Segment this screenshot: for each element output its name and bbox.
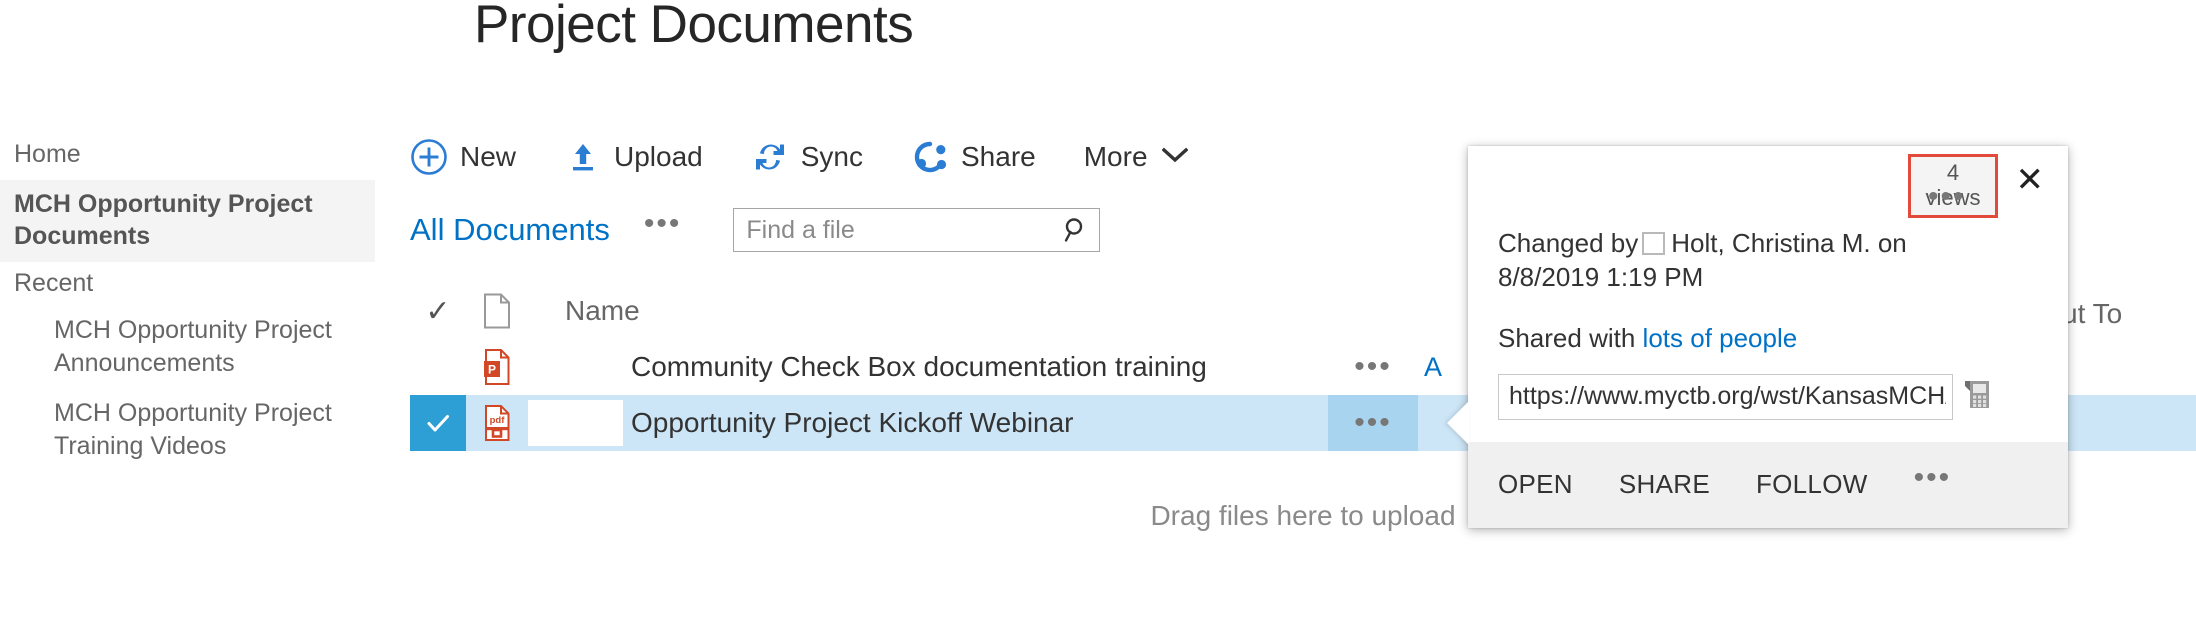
callout-footer: OPEN SHARE FOLLOW ••• (1468, 441, 2068, 528)
file-url-input[interactable] (1498, 373, 1953, 420)
view-bar: All Documents ••• (410, 205, 1101, 255)
sidebar-item-announcements[interactable]: MCH Opportunity Project Announcements (0, 305, 375, 388)
shared-with-prefix: Shared with (1498, 322, 1636, 353)
sidebar-nav: Home MCH Opportunity Project Documents R… (0, 130, 375, 471)
command-bar: New Upload Sync Share More (410, 132, 1188, 182)
sidebar-item-project-documents[interactable]: MCH Opportunity Project Documents (0, 180, 375, 262)
more-commands-button[interactable]: More (1084, 132, 1188, 182)
page-title: Project Documents (474, 0, 914, 54)
follow-action[interactable]: FOLLOW (1756, 469, 1868, 500)
chevron-down-icon (1161, 147, 1188, 168)
powerpoint-file-icon: P (466, 348, 528, 386)
search-box[interactable] (733, 208, 1101, 252)
upload-arrow-icon (564, 138, 602, 176)
svg-text:pdf: pdf (490, 415, 506, 426)
share-action[interactable]: SHARE (1619, 469, 1710, 500)
share-button[interactable]: Share (911, 132, 1036, 182)
copy-link-icon[interactable] (1963, 377, 1993, 416)
sidebar-item-label: Home (14, 140, 81, 168)
shared-with-link[interactable]: lots of people (1643, 323, 1798, 353)
file-details-callout: ••• 4 views ✕ Changed by Holt, Christina … (1447, 146, 2068, 528)
more-button-label: More (1083, 141, 1148, 172)
view-selector-all-documents[interactable]: All Documents (410, 212, 610, 248)
url-row (1498, 373, 2038, 420)
changed-by-person[interactable]: Holt, Christina M. on (1671, 228, 1907, 258)
changed-by-line: Changed by Holt, Christina M. on (1498, 226, 2038, 260)
changed-by-prefix: Changed by (1498, 228, 1639, 258)
sidebar-item-label: MCH Opportunity Project Announcements (54, 316, 332, 377)
share-nodes-icon (911, 138, 949, 176)
sidebar-heading-label: Recent (14, 269, 94, 297)
row-name-cell: Opportunity Project Kickoff Webinar (528, 400, 1328, 446)
name-blank-spacer (528, 400, 623, 446)
sidebar-item-training-videos[interactable]: MCH Opportunity Project Training Videos (0, 388, 375, 471)
shared-with-line: Shared with lots of people (1498, 323, 2038, 354)
row-actions-ellipsis[interactable]: ••• (1328, 395, 1418, 451)
document-type-icon[interactable] (466, 293, 528, 329)
view-options-ellipsis[interactable]: ••• (644, 209, 682, 239)
name-blank-spacer (528, 344, 623, 390)
sync-button-label: Sync (800, 141, 863, 172)
pdf-file-icon: pdf (466, 404, 528, 442)
file-name-link[interactable]: Community Check Box documentation traini… (631, 351, 1207, 383)
svg-text:P: P (488, 363, 496, 377)
new-button[interactable]: New (410, 132, 516, 182)
changed-date: 8/8/2019 1:19 PM (1498, 262, 1704, 293)
row-name-cell: Community Check Box documentation traini… (528, 344, 1328, 390)
callout-beak (1447, 401, 1469, 445)
column-header-checked-out-to-clipped: ut To (2062, 298, 2123, 329)
callout-header: ••• 4 views ✕ (1468, 146, 2068, 219)
open-action[interactable]: OPEN (1498, 469, 1573, 500)
close-icon[interactable]: ✕ (2016, 163, 2045, 197)
sync-button[interactable]: Sync (751, 132, 863, 182)
sidebar-item-home[interactable]: Home (0, 130, 375, 180)
row-checkbox-selected[interactable] (410, 395, 466, 451)
upload-button-label: Upload (614, 141, 703, 172)
file-name-link[interactable]: Opportunity Project Kickoff Webinar (631, 407, 1074, 439)
callout-body: Changed by Holt, Christina M. on 8/8/2019… (1468, 212, 2068, 442)
sync-refresh-icon (751, 138, 789, 176)
callout-more-ellipsis[interactable]: ••• (1928, 182, 1966, 212)
upload-button[interactable]: Upload (564, 132, 703, 182)
search-input[interactable] (734, 215, 1054, 245)
share-button-label: Share (961, 141, 1036, 172)
search-icon[interactable] (1053, 215, 1099, 245)
column-header-name[interactable]: Name (528, 295, 1328, 327)
sidebar-item-label: MCH Opportunity Project Documents (14, 190, 313, 250)
select-all-checkmark[interactable]: ✓ (410, 294, 466, 329)
sidebar-heading-recent: Recent (0, 262, 375, 305)
footer-more-ellipsis[interactable]: ••• (1914, 462, 1952, 492)
presence-indicator-icon (1642, 231, 1666, 255)
row-actions-ellipsis[interactable]: ••• (1328, 352, 1418, 382)
plus-circle-icon (410, 138, 448, 176)
new-button-label: New (460, 141, 517, 172)
sidebar-item-label: MCH Opportunity Project Training Videos (54, 399, 332, 460)
